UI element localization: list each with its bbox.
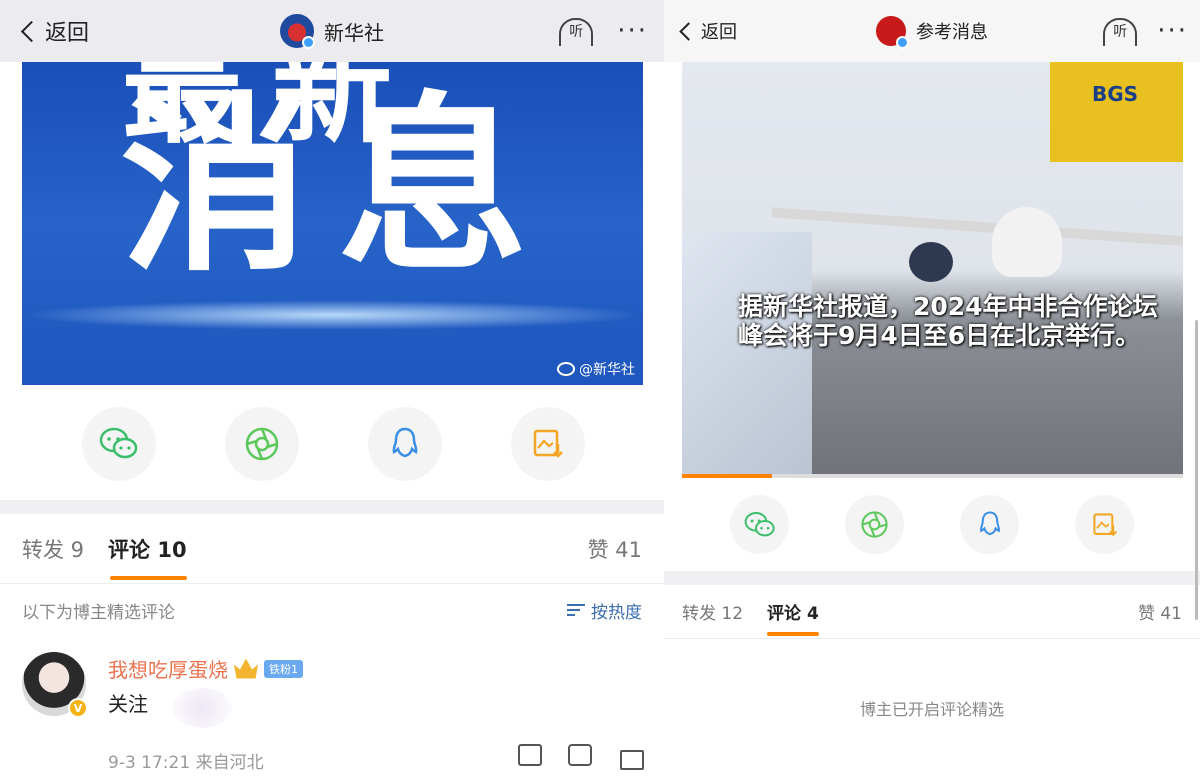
cankao-logo [876,16,909,49]
sort-label: 按热度 [591,602,642,623]
moments-icon [245,427,279,461]
back-label: 返回 [701,22,737,43]
sticker-decoration [172,688,232,728]
top-nav-bar: 返回 新华社 听 ··· [0,0,664,62]
listen-button[interactable]: 听 [557,16,595,46]
video-caption: 据新华社报道，2024年中非合作论坛峰会将于9月4日至6日在北京举行。 [738,292,1158,350]
light-glow [22,300,643,330]
video-progress-bar[interactable] [682,474,1183,478]
comment-item: V 我想吃厚蛋烧 铁粉1 关注 9-3 17:21 来自河北 [22,650,644,776]
tab-repost[interactable]: 转发 9 [22,534,84,564]
active-tab-indicator [110,575,187,580]
news-image[interactable]: 最新 消息 @新华社 [22,62,643,385]
headphones-icon: 听 [1113,24,1128,40]
thumbs-up-icon[interactable] [618,744,644,770]
comment-text: 关注 [108,692,148,716]
comment-username[interactable]: 我想吃厚蛋烧 [108,654,228,683]
save-image-icon [1092,512,1117,536]
image-main-text: 消息 [120,76,557,297]
save-image-button[interactable] [1075,495,1134,554]
chevron-left-icon [679,21,698,41]
fan-badge: 铁粉1 [264,659,303,678]
qq-icon [979,511,1000,536]
more-options-icon[interactable]: ··· [617,18,648,44]
moments-icon [861,511,888,538]
back-label: 返回 [45,21,90,46]
save-image-button[interactable] [511,407,585,481]
share-row [730,495,1134,554]
verified-icon: V [68,698,88,718]
wechat-icon [744,511,775,536]
share-wechat-button[interactable] [82,407,156,481]
tab-likes[interactable]: 赞 41 [588,534,642,564]
video-progress-fill [682,474,773,478]
left-weibo-post: 返回 新华社 听 ··· 最新 消息 @新华社 转发 9 评论 10 赞 41 … [0,0,664,776]
verified-icon [896,36,909,49]
interaction-tabs: 转发 12 评论 4 赞 41 [664,585,1200,639]
section-divider [0,500,664,514]
account-name: 参考消息 [916,22,988,43]
account-title[interactable]: 新华社 [280,14,384,49]
share-wechat-button[interactable] [730,495,789,554]
video-player[interactable]: BGS 据新华社报道，2024年中非合作论坛峰会将于9月4日至6日在北京举行。 [682,62,1183,478]
comment-subheader: 以下为博主精选评论 按热度 [22,597,642,623]
share-moments-button[interactable] [225,407,299,481]
top-nav-bar: 返回 参考消息 听 ··· [664,0,1200,62]
verified-icon [302,36,315,49]
loader-truck [1050,62,1183,162]
share-qq-button[interactable] [368,407,442,481]
comment-actions [518,744,644,770]
interaction-tabs: 转发 9 评论 10 赞 41 [0,514,664,584]
share-moments-button[interactable] [845,495,904,554]
weibo-icon [557,362,575,376]
crown-icon [234,658,258,679]
save-image-icon [533,429,563,458]
right-weibo-post: 返回 参考消息 听 ··· BGS 据新华社报道，2024年中非合作论坛峰会将于… [664,0,1200,776]
avatar[interactable]: V [22,652,88,718]
headphones-icon: 听 [569,24,584,40]
reply-icon[interactable] [568,744,592,766]
airplane-wing [772,207,1183,247]
listen-button[interactable]: 听 [1101,16,1139,46]
more-options-icon[interactable]: ··· [1157,18,1188,44]
back-button[interactable]: 返回 [676,0,737,62]
share-row [82,407,585,481]
section-divider [664,571,1200,585]
tab-comments[interactable]: 评论 4 [767,599,819,636]
tab-comments-label: 评论 4 [767,604,819,624]
tab-comments[interactable]: 评论 10 [108,534,187,580]
active-tab-indicator [767,632,819,636]
featured-comments-notice: 博主已开启评论精选 [859,700,1004,719]
qq-icon [392,427,418,458]
image-watermark: @新华社 [557,359,635,379]
airplane-engine [909,242,953,282]
wechat-icon [99,427,138,459]
share-comment-icon[interactable] [518,744,542,766]
watermark-text: @新华社 [579,362,635,378]
chevron-left-icon [20,20,43,42]
boarding-stairs [682,232,812,478]
tab-comments-label: 评论 10 [108,537,187,562]
tab-repost[interactable]: 转发 12 [682,599,743,624]
comment-meta: 9-3 17:21 来自河北 [108,753,264,773]
loader-logo-text: BGS [1092,82,1139,106]
xinhua-logo [280,14,315,49]
share-qq-button[interactable] [960,495,1019,554]
airplane-body [992,207,1062,277]
tab-likes[interactable]: 赞 41 [1138,599,1182,624]
account-name: 新华社 [324,20,384,45]
sort-by-hot-button[interactable]: 按热度 [567,598,642,623]
account-title[interactable]: 参考消息 [876,16,988,49]
featured-comments-label: 以下为博主精选评论 [22,602,175,623]
back-button[interactable]: 返回 [18,0,89,62]
sort-icon [567,602,585,618]
scrollbar[interactable] [1195,320,1198,620]
